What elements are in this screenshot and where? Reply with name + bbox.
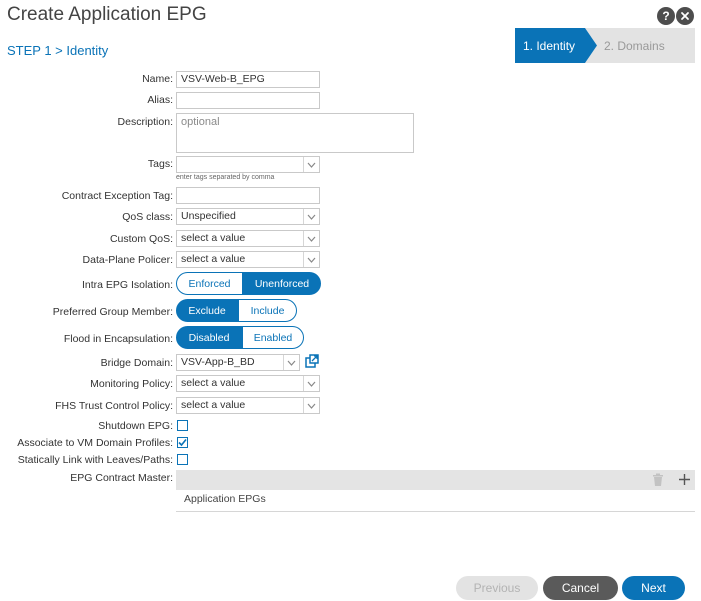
intra-epg-isolation-label: Intra EPG Isolation:: [81, 279, 173, 291]
monitoring-policy-value: select a value: [181, 377, 246, 389]
name-label: Name:: [142, 73, 173, 85]
epg-contract-master-label: EPG Contract Master:: [70, 472, 173, 484]
chevron-down-icon[interactable]: [303, 376, 319, 391]
exclude-option[interactable]: Exclude: [176, 299, 238, 322]
chevron-down-icon[interactable]: [303, 157, 319, 172]
wizard-step-identity[interactable]: 1. Identity: [515, 28, 597, 63]
disabled-option[interactable]: Disabled: [176, 326, 242, 349]
chevron-down-icon[interactable]: [303, 398, 319, 413]
associate-vm-domain-profiles-label: Associate to VM Domain Profiles:: [17, 437, 173, 449]
alias-label: Alias:: [147, 94, 173, 106]
name-input[interactable]: VSV-Web-B_EPG: [176, 71, 320, 88]
associate-vm-domain-profiles-checkbox[interactable]: [177, 437, 188, 448]
tags-help-text: enter tags separated by comma: [176, 174, 275, 181]
fhs-trust-control-policy-select[interactable]: select a value: [176, 397, 320, 414]
help-icon[interactable]: ?: [657, 7, 675, 25]
wizard-steps: 2. Domains 1. Identity: [515, 28, 695, 63]
dialog-title: Create Application EPG: [7, 4, 207, 25]
custom-qos-value: select a value: [181, 232, 246, 244]
statically-link-checkbox[interactable]: [177, 454, 188, 465]
qos-class-label: QoS class:: [122, 211, 173, 223]
epg-contract-master-toolbar: [176, 470, 695, 490]
contract-exception-tag-label: Contract Exception Tag:: [61, 190, 173, 202]
alias-input[interactable]: [176, 92, 320, 109]
preferred-group-member-toggle: Exclude Include: [176, 299, 297, 322]
chevron-down-icon[interactable]: [303, 209, 319, 224]
preferred-group-member-label: Preferred Group Member:: [52, 306, 173, 318]
unenforced-option[interactable]: Unenforced: [243, 272, 321, 295]
enabled-option[interactable]: Enabled: [242, 326, 304, 349]
qos-class-value: Unspecified: [181, 210, 236, 222]
shutdown-epg-checkbox[interactable]: [177, 420, 188, 431]
chevron-down-icon[interactable]: [283, 355, 299, 370]
wizard-step-domains[interactable]: 2. Domains: [585, 28, 695, 63]
checkmark-icon: [178, 438, 187, 447]
data-plane-policer-select[interactable]: select a value: [176, 251, 320, 268]
tags-label: Tags:: [147, 158, 173, 170]
cancel-button[interactable]: Cancel: [543, 576, 618, 600]
intra-epg-isolation-toggle: Enforced Unenforced: [176, 272, 321, 295]
custom-qos-label: Custom QoS:: [109, 233, 173, 245]
data-plane-policer-value: select a value: [181, 253, 246, 265]
add-icon[interactable]: [678, 473, 691, 486]
chevron-down-icon[interactable]: [303, 231, 319, 246]
monitoring-policy-select[interactable]: select a value: [176, 375, 320, 392]
previous-button[interactable]: Previous: [456, 576, 538, 600]
description-label: Description:: [117, 116, 173, 128]
qos-class-select[interactable]: Unspecified: [176, 208, 320, 225]
chevron-down-icon[interactable]: [303, 252, 319, 267]
contract-exception-tag-input[interactable]: [176, 187, 320, 204]
next-button[interactable]: Next: [622, 576, 685, 600]
flood-in-encapsulation-label: Flood in Encapsulation:: [63, 333, 173, 345]
trash-icon[interactable]: [652, 473, 664, 487]
description-textarea[interactable]: optional: [176, 113, 414, 153]
monitoring-policy-label: Monitoring Policy:: [90, 378, 173, 390]
enforced-option[interactable]: Enforced: [176, 272, 243, 295]
fhs-trust-control-policy-label: FHS Trust Control Policy:: [55, 400, 173, 412]
application-epgs-column-header: Application EPGs: [184, 493, 266, 505]
open-external-icon[interactable]: [305, 354, 319, 368]
bridge-domain-select[interactable]: VSV-App-B_BD: [176, 354, 300, 371]
step-label: STEP 1 > Identity: [7, 43, 109, 58]
bridge-domain-value: VSV-App-B_BD: [181, 356, 255, 368]
statically-link-label: Statically Link with Leaves/Paths:: [17, 454, 173, 466]
custom-qos-select[interactable]: select a value: [176, 230, 320, 247]
bridge-domain-label: Bridge Domain:: [100, 357, 173, 369]
tags-select[interactable]: [176, 156, 320, 173]
fhs-trust-control-policy-value: select a value: [181, 399, 246, 411]
data-plane-policer-label: Data-Plane Policer:: [82, 254, 173, 266]
close-icon[interactable]: [676, 7, 694, 25]
include-option[interactable]: Include: [238, 299, 297, 322]
shutdown-epg-label: Shutdown EPG:: [98, 420, 173, 432]
flood-in-encapsulation-toggle: Disabled Enabled: [176, 326, 304, 349]
